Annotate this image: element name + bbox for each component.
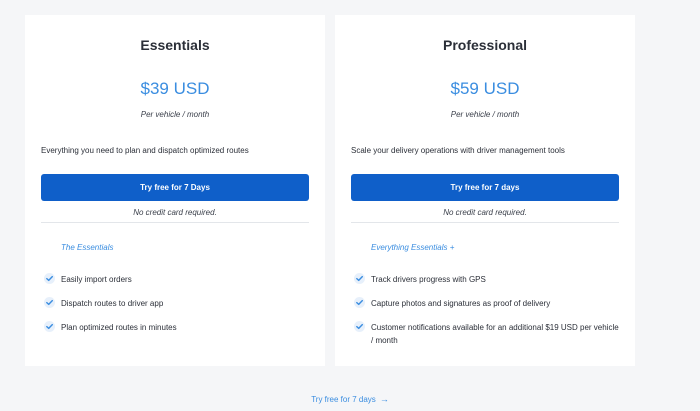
arrow-right-icon: → (379, 394, 389, 404)
pricing-card-essentials: Essentials $39 USD Per vehicle / month E… (25, 15, 325, 366)
features-section-label: Everything Essentials + (371, 243, 455, 252)
plan-title: Essentials (140, 37, 210, 53)
feature-item: Plan optimized routes in minutes (44, 321, 313, 334)
plan-price: $39 USD (140, 79, 210, 98)
pricing-card-professional: Professional $59 USD Per vehicle / month… (335, 15, 635, 366)
feature-item: Easily import orders (44, 273, 313, 286)
feature-text: Customer notifications available for an … (371, 323, 619, 345)
feature-text: Capture photos and signatures as proof o… (371, 299, 551, 308)
try-free-button-essentials[interactable]: Try free for 7 Days (41, 174, 309, 201)
price-period: Per vehicle / month (450, 110, 520, 119)
check-icon (44, 273, 55, 284)
try-free-button-professional[interactable]: Try free for 7 days (351, 174, 619, 201)
feature-item: Capture photos and signatures as proof o… (354, 297, 623, 310)
try-free-footer-link[interactable]: Try free for 7 days → (0, 394, 700, 404)
divider (351, 222, 619, 223)
feature-list: Easily import orders Dispatch routes to … (44, 273, 313, 345)
check-icon (354, 297, 365, 308)
feature-text: Plan optimized routes in minutes (61, 323, 177, 332)
check-icon (354, 321, 365, 332)
check-icon (354, 273, 365, 284)
feature-item: Customer notifications available for an … (354, 321, 623, 347)
plan-price: $59 USD (450, 79, 520, 98)
feature-item: Track drivers progress with GPS (354, 273, 623, 286)
check-icon (44, 297, 55, 308)
divider (41, 222, 309, 223)
feature-item: Dispatch routes to driver app (44, 297, 313, 310)
plan-description: Everything you need to plan and dispatch… (41, 146, 249, 155)
plan-title: Professional (442, 37, 528, 53)
feature-list: Track drivers progress with GPS Capture … (354, 273, 623, 358)
no-credit-card-note: No credit card required. (133, 208, 217, 217)
check-icon (44, 321, 55, 332)
plan-description: Scale your delivery operations with driv… (351, 146, 565, 155)
footer-link-label: Try free for 7 days (311, 395, 376, 404)
feature-text: Track drivers progress with GPS (371, 275, 486, 284)
price-period: Per vehicle / month (140, 110, 210, 119)
no-credit-card-note: No credit card required. (443, 208, 527, 217)
feature-text: Easily import orders (61, 275, 132, 284)
features-section-label: The Essentials (61, 243, 114, 252)
feature-text: Dispatch routes to driver app (61, 299, 164, 308)
